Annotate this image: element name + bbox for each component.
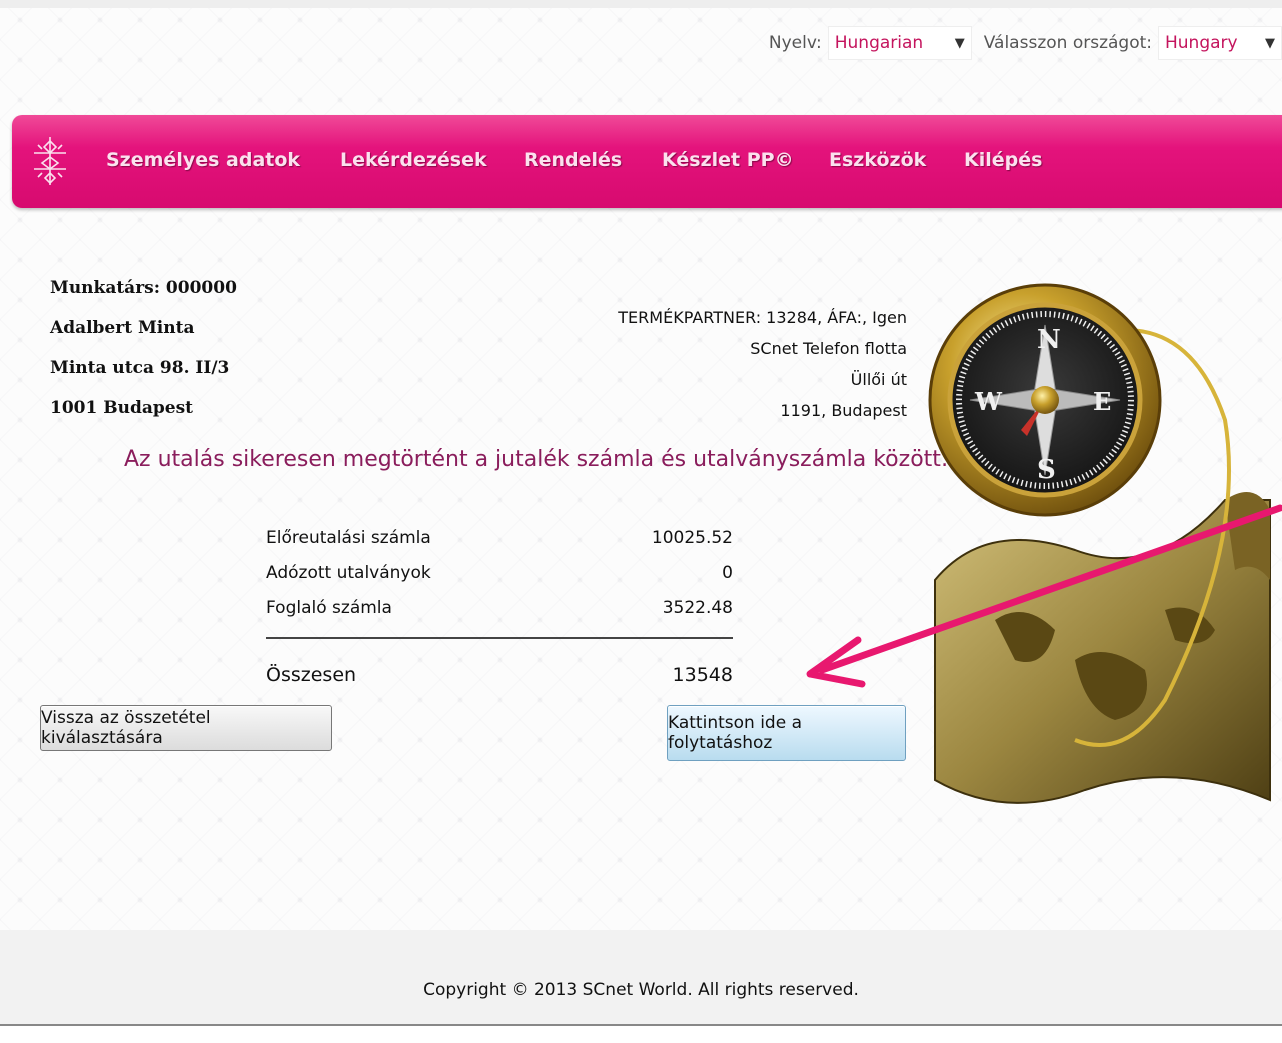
country-label: Válasszon országot: [983, 33, 1152, 53]
user-city: 1001 Budapest [50, 398, 193, 418]
summary-value: 0 [722, 562, 733, 583]
compass-letter: W [974, 387, 1003, 416]
compass-letter: E [1093, 387, 1111, 416]
language-select[interactable]: Hungarian ▼ [827, 26, 972, 60]
summary-label: Foglaló számla [266, 597, 392, 618]
summary-row: Előreutalási számla 10025.52 [266, 520, 733, 555]
nav-item-orders[interactable]: Rendelés [524, 149, 662, 171]
summary-row: Adózott utalványok 0 [266, 555, 733, 590]
summary-value: 10025.52 [651, 527, 733, 548]
copyright: Copyright © 2013 SCnet World. All rights… [423, 980, 859, 1000]
nav-item-tools[interactable]: Eszközök [829, 149, 964, 171]
continue-button[interactable]: Kattintson ide a folytatáshoz [667, 705, 906, 761]
partner-info: TERMÉKPARTNER: 13284, ÁFA:, Igen SCnet T… [618, 303, 907, 427]
partner-city: 1191, Budapest [780, 401, 907, 420]
partner-name: SCnet Telefon flotta [750, 339, 907, 358]
country-select[interactable]: Hungary ▼ [1158, 26, 1282, 60]
chevron-down-icon: ▼ [1265, 35, 1275, 51]
back-to-selection-button[interactable]: Vissza az összetétel kiválasztására [40, 705, 332, 751]
total-value: 13548 [672, 663, 733, 686]
nav-item-logout[interactable]: Kilépés [964, 149, 1042, 171]
chevron-down-icon: ▼ [954, 35, 965, 51]
nav-item-queries[interactable]: Lekérdezések [340, 149, 524, 171]
annotation-arrow-icon [806, 504, 1282, 688]
summary-value: 3522.48 [662, 597, 733, 618]
user-name: Adalbert Minta [50, 318, 195, 338]
main-navigation: Személyes adatok Lekérdezések Rendelés K… [12, 115, 1282, 208]
locale-bar: Nyelv: Hungarian ▼ Válasszon országot: H… [769, 26, 1282, 60]
language-value: Hungarian [834, 33, 924, 53]
language-label: Nyelv: [768, 33, 822, 53]
employee-id: Munkatárs: 000000 [50, 278, 237, 298]
nav-item-personal-data[interactable]: Személyes adatok [106, 149, 340, 171]
summary-label: Adózott utalványok [266, 562, 431, 583]
success-message: Az utalás sikeresen megtörtént a jutalék… [124, 447, 949, 472]
user-info: Munkatárs: 000000 Adalbert Minta Minta u… [50, 274, 237, 434]
nav-item-stock[interactable]: Készlet PP© [662, 149, 829, 171]
partner-id: TERMÉKPARTNER: 13284, ÁFA:, Igen [618, 308, 907, 327]
country-value: Hungary [1165, 33, 1238, 53]
footer-base [0, 1026, 1282, 1043]
total-label: Összesen [266, 663, 357, 686]
top-strip [0, 0, 1282, 8]
compass-letter: N [1037, 325, 1061, 355]
summary-total-row: Összesen 13548 [266, 657, 733, 692]
user-address: Minta utca 98. II/3 [50, 358, 230, 378]
summary-row: Foglaló számla 3522.48 [266, 590, 733, 625]
summary-label: Előreutalási számla [266, 527, 431, 548]
brand-logo-icon [34, 137, 66, 185]
summary-divider [266, 637, 733, 639]
partner-street: Üllői út [850, 370, 907, 389]
transfer-summary: Előreutalási számla 10025.52 Adózott uta… [266, 520, 733, 692]
